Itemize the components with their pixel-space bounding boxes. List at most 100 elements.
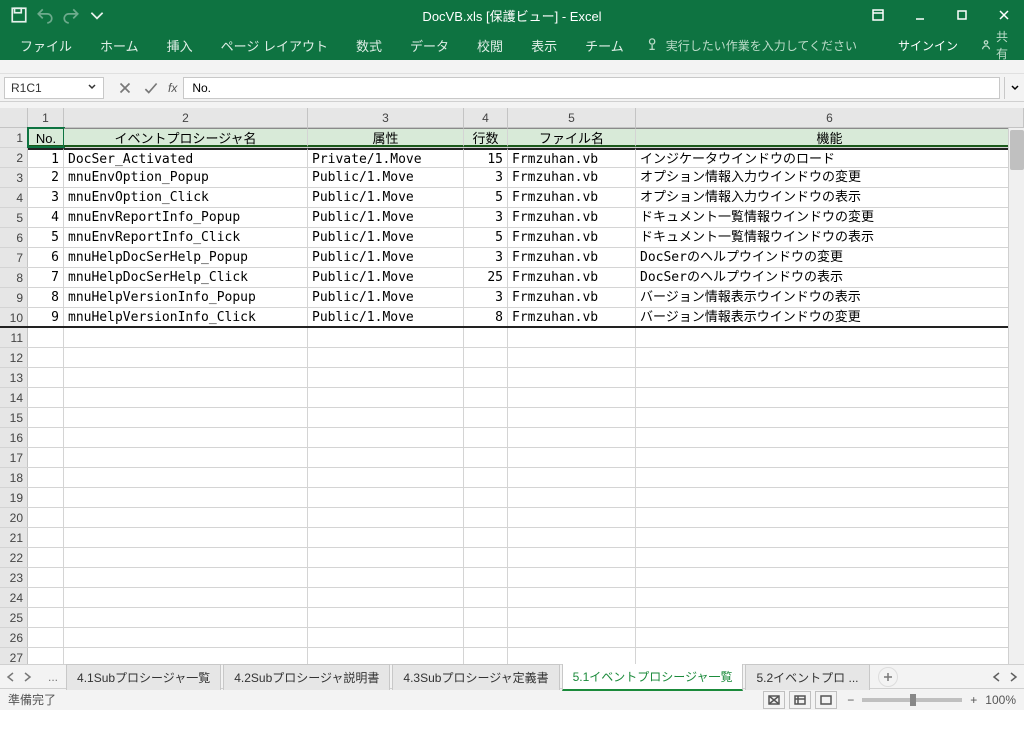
cell[interactable]: [308, 408, 464, 427]
zoom-slider[interactable]: [862, 698, 962, 702]
cell[interactable]: [508, 648, 636, 664]
row-header[interactable]: 22: [0, 548, 28, 567]
row-header[interactable]: 17: [0, 448, 28, 467]
cell[interactable]: [464, 448, 508, 467]
cell[interactable]: [464, 528, 508, 547]
cell[interactable]: [636, 528, 1024, 547]
cell[interactable]: [464, 588, 508, 607]
cell[interactable]: 3: [28, 188, 64, 207]
cell[interactable]: [508, 508, 636, 527]
cell[interactable]: [508, 408, 636, 427]
cell[interactable]: Public/1.Move: [308, 168, 464, 187]
dropdown-icon[interactable]: [87, 81, 97, 95]
cell-header-file[interactable]: ファイル名: [508, 128, 636, 147]
cell[interactable]: [28, 488, 64, 507]
cell[interactable]: Frmzuhan.vb: [508, 268, 636, 287]
cell[interactable]: [636, 428, 1024, 447]
cell[interactable]: 5: [28, 228, 64, 247]
cell[interactable]: バージョン情報表示ウインドウの表示: [636, 288, 1024, 307]
cell[interactable]: [308, 468, 464, 487]
zoom-handle[interactable]: [910, 694, 916, 706]
cell[interactable]: [464, 488, 508, 507]
cell[interactable]: インジケータウインドウのロード: [636, 148, 1024, 167]
ribbon-tab-data[interactable]: データ: [396, 30, 463, 61]
cell[interactable]: Frmzuhan.vb: [508, 148, 636, 167]
cell[interactable]: Frmzuhan.vb: [508, 228, 636, 247]
row-header[interactable]: 1: [0, 128, 28, 147]
cell[interactable]: [28, 588, 64, 607]
cell[interactable]: mnuEnvReportInfo_Click: [64, 228, 308, 247]
cell[interactable]: [464, 568, 508, 587]
cell[interactable]: [64, 328, 308, 347]
formula-input[interactable]: No.: [183, 77, 1000, 99]
close-icon[interactable]: [984, 0, 1024, 30]
cell[interactable]: Public/1.Move: [308, 268, 464, 287]
cell[interactable]: [636, 588, 1024, 607]
cell[interactable]: [464, 468, 508, 487]
sheet-tab[interactable]: 4.1Subプロシージャ一覧: [66, 664, 221, 690]
col-header[interactable]: 1: [28, 108, 64, 127]
cell[interactable]: mnuEnvOption_Click: [64, 188, 308, 207]
row-header[interactable]: 8: [0, 268, 28, 287]
cell[interactable]: [636, 408, 1024, 427]
cell[interactable]: 2: [28, 168, 64, 187]
row-header[interactable]: 25: [0, 608, 28, 627]
cell[interactable]: [308, 328, 464, 347]
name-box[interactable]: R1C1: [4, 77, 104, 99]
row-header[interactable]: 24: [0, 588, 28, 607]
row-header[interactable]: 14: [0, 388, 28, 407]
cell[interactable]: Frmzuhan.vb: [508, 168, 636, 187]
cell[interactable]: [508, 548, 636, 567]
ribbon-tab-view[interactable]: 表示: [517, 30, 571, 61]
row-header[interactable]: 21: [0, 528, 28, 547]
cell[interactable]: [64, 628, 308, 647]
cell[interactable]: [64, 568, 308, 587]
cell[interactable]: Public/1.Move: [308, 208, 464, 227]
row-header[interactable]: 18: [0, 468, 28, 487]
col-header[interactable]: 4: [464, 108, 508, 127]
cell[interactable]: 3: [464, 168, 508, 187]
cell[interactable]: 3: [464, 208, 508, 227]
cell[interactable]: [28, 468, 64, 487]
cell[interactable]: 6: [28, 248, 64, 267]
cell[interactable]: [308, 608, 464, 627]
cell[interactable]: [308, 568, 464, 587]
cell[interactable]: [636, 348, 1024, 367]
row-header[interactable]: 3: [0, 168, 28, 187]
cell[interactable]: [508, 588, 636, 607]
cell[interactable]: [464, 608, 508, 627]
ribbon-tab-review[interactable]: 校閲: [463, 30, 517, 61]
cell[interactable]: 7: [28, 268, 64, 287]
cell[interactable]: [464, 388, 508, 407]
redo-icon[interactable]: [62, 6, 80, 24]
qat-dropdown-icon[interactable]: [88, 6, 106, 24]
cell[interactable]: [28, 448, 64, 467]
row-header[interactable]: 20: [0, 508, 28, 527]
cell[interactable]: [464, 628, 508, 647]
row-header[interactable]: 16: [0, 428, 28, 447]
cell[interactable]: 15: [464, 148, 508, 167]
cell[interactable]: 25: [464, 268, 508, 287]
cell[interactable]: [64, 388, 308, 407]
cell[interactable]: 4: [28, 208, 64, 227]
cell[interactable]: 5: [464, 228, 508, 247]
cell[interactable]: [508, 348, 636, 367]
cell[interactable]: [308, 428, 464, 447]
cell[interactable]: Frmzuhan.vb: [508, 248, 636, 267]
undo-icon[interactable]: [36, 6, 54, 24]
cell[interactable]: [64, 528, 308, 547]
formula-expand-icon[interactable]: [1004, 77, 1024, 99]
save-icon[interactable]: [10, 6, 28, 24]
cell[interactable]: [64, 608, 308, 627]
cell[interactable]: 8: [28, 288, 64, 307]
cell[interactable]: [464, 508, 508, 527]
cell[interactable]: [28, 348, 64, 367]
row-header[interactable]: 7: [0, 248, 28, 267]
cell[interactable]: [636, 608, 1024, 627]
cell[interactable]: [508, 368, 636, 387]
select-all-corner[interactable]: [0, 108, 28, 127]
cell[interactable]: Frmzuhan.vb: [508, 288, 636, 307]
sheet-tab-active[interactable]: 5.1イベントプロシージャ一覧: [562, 663, 744, 691]
row-header[interactable]: 11: [0, 328, 28, 347]
col-header[interactable]: 2: [64, 108, 308, 127]
